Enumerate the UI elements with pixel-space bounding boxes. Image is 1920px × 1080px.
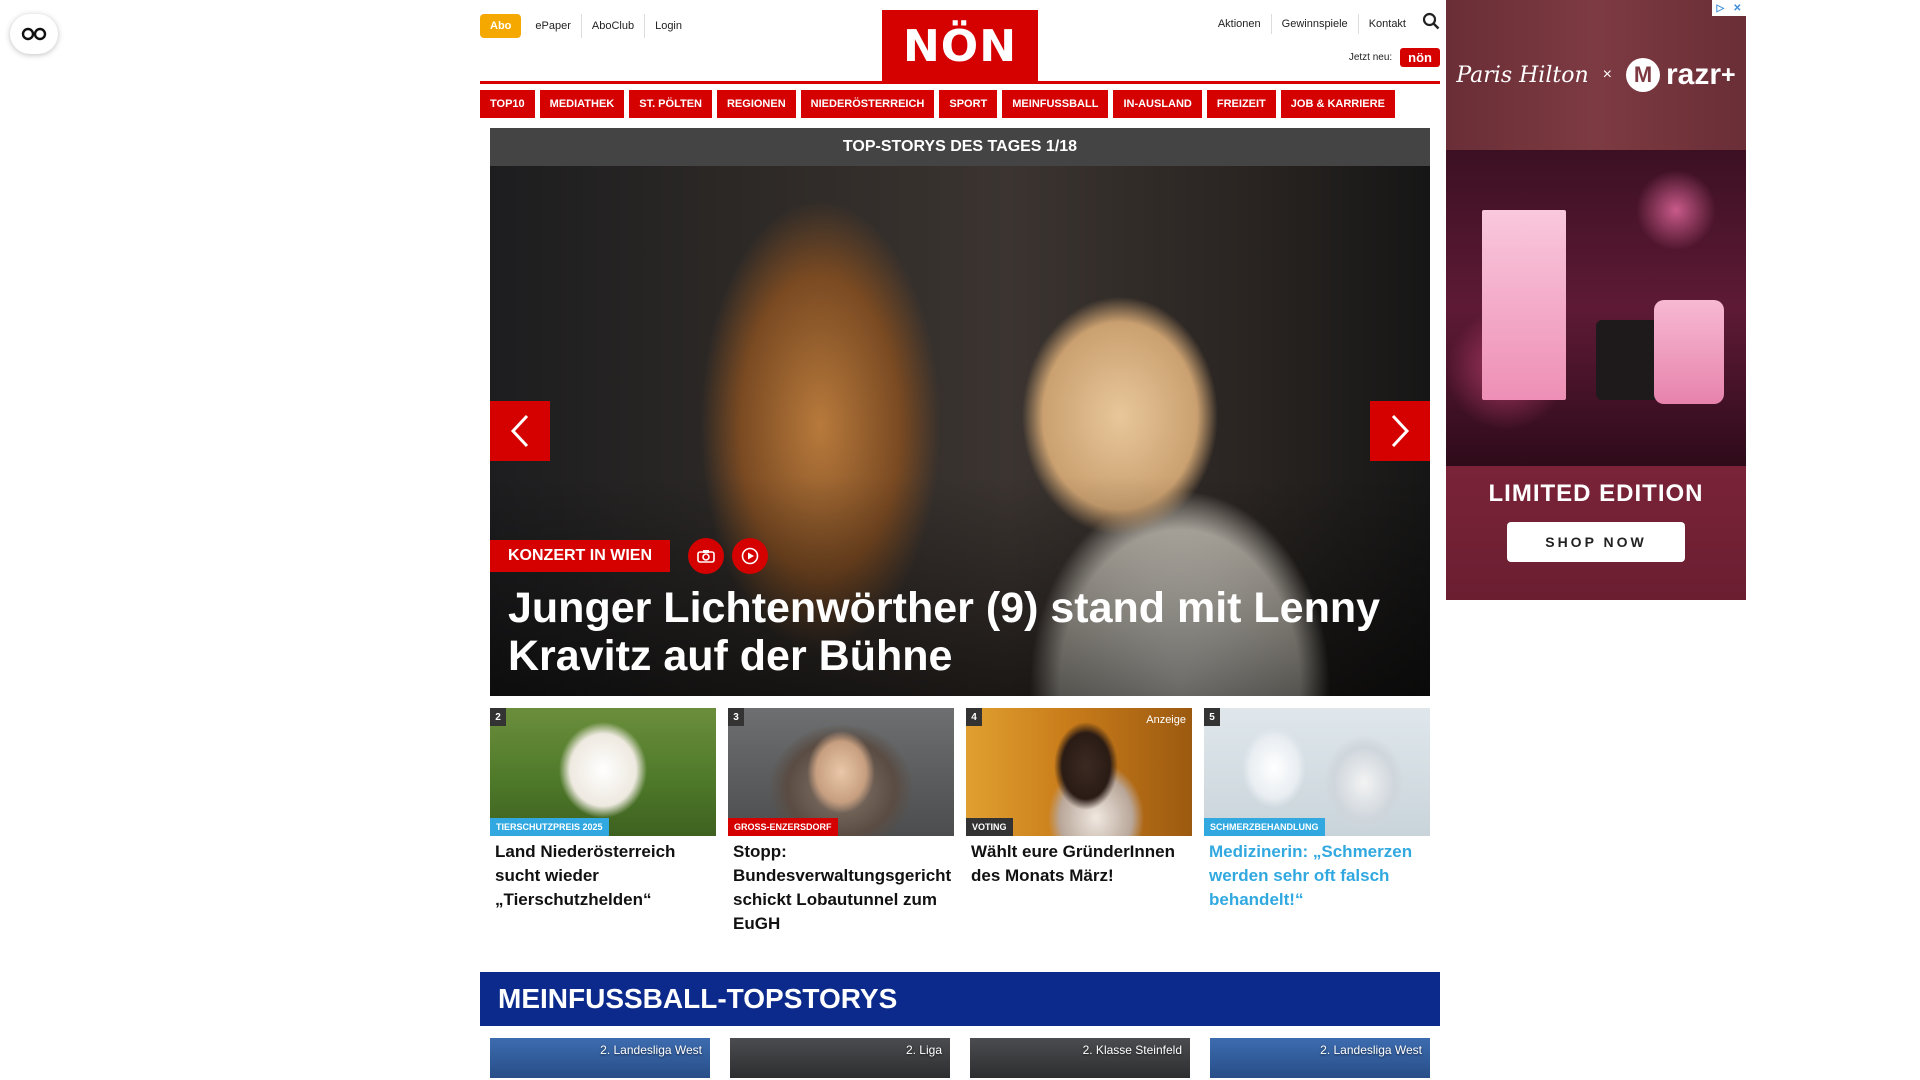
nav-item-job-karriere[interactable]: JOB & KARRIERE xyxy=(1280,90,1395,118)
login-link[interactable]: Login xyxy=(644,14,692,38)
story-rank: 2 xyxy=(490,708,506,726)
kontakt-link[interactable]: Kontakt xyxy=(1357,13,1416,34)
header-right-links: Aktionen Gewinnspiele Kontakt xyxy=(1208,12,1440,35)
chevron-right-icon xyxy=(1391,414,1410,448)
football-tile[interactable]: 2. Landesliga West xyxy=(490,1038,710,1078)
adchoices-icon[interactable]: ▷ ✕ xyxy=(1712,0,1746,16)
nav-item-sport[interactable]: SPORT xyxy=(939,90,998,118)
search-icon[interactable] xyxy=(1422,12,1440,35)
football-tile[interactable]: 2. Klasse Steinfeld xyxy=(970,1038,1190,1078)
hero-kicker-row: KONZERT IN WIEN xyxy=(490,538,768,574)
story-rank: 5 xyxy=(1204,708,1220,726)
league-label: 2. Landesliga West xyxy=(1320,1043,1422,1057)
shop-now-button[interactable]: SHOP NOW xyxy=(1507,522,1685,562)
nav-item-top10[interactable]: TOP10 xyxy=(480,90,535,118)
chevron-left-icon xyxy=(510,414,529,448)
football-tile[interactable]: 2. Landesliga West xyxy=(1210,1038,1430,1078)
camera-icon[interactable] xyxy=(688,538,724,574)
story-tag[interactable]: TIERSCHUTZPREIS 2025 xyxy=(490,818,609,836)
nav-item-niederoesterreich[interactable]: NIEDERÖSTERREICH xyxy=(800,90,935,118)
story-title[interactable]: Land Niederösterreich sucht wieder „Tier… xyxy=(490,836,716,912)
header: Abo ePaper AboClub Login NÖN Aktionen Ge… xyxy=(480,0,1440,84)
header-left-links: Abo ePaper AboClub Login xyxy=(480,14,692,38)
story-title[interactable]: Stopp: Bundesverwaltungsgericht schickt … xyxy=(728,836,954,936)
story-title[interactable]: Medizinerin: „Schmerzen werden sehr oft … xyxy=(1204,836,1430,912)
slider-next-button[interactable] xyxy=(1370,401,1430,461)
abo-button[interactable]: Abo xyxy=(480,14,522,38)
hero-headline[interactable]: Junger Lichtenwörther (9) stand mit Lenn… xyxy=(508,584,1408,680)
ad-brand-razr-text: razr xyxy=(1665,58,1722,91)
story-image[interactable]: 3 GROSS-ENZERSDORF xyxy=(728,708,954,836)
ad-banner[interactable]: Paris Hilton × M razr + ▷ ✕ LIMITED EDIT… xyxy=(1446,0,1746,600)
ad-product-phone-pink xyxy=(1654,300,1724,404)
nav-item-st-poelten[interactable]: ST. PÖLTEN xyxy=(629,90,712,118)
league-label: 2. Landesliga West xyxy=(600,1043,702,1057)
section-heading[interactable]: MEINFUSSBALL-TOPSTORYS xyxy=(480,972,1440,1026)
gewinnspiele-link[interactable]: Gewinnspiele xyxy=(1270,13,1358,34)
football-tile[interactable]: 2. Liga xyxy=(730,1038,950,1078)
ad-headline: LIMITED EDITION xyxy=(1488,480,1704,507)
main-nav: TOP10 MEDIATHEK ST. PÖLTEN REGIONEN NIED… xyxy=(480,90,1440,118)
story-tile[interactable]: 5 SCHMERZBEHANDLUNG Medizinerin: „Schmer… xyxy=(1204,708,1430,936)
motorola-logo-icon: M xyxy=(1625,58,1660,92)
league-label: 2. Liga xyxy=(905,1043,942,1057)
ad-label: Anzeige xyxy=(1146,714,1186,726)
story-rank: 3 xyxy=(728,708,744,726)
nav-item-freizeit[interactable]: FREIZEIT xyxy=(1206,90,1276,118)
ad-brand-razr-plus: + xyxy=(1721,60,1736,89)
ad-brand-bar: Paris Hilton × M razr + ▷ ✕ xyxy=(1446,0,1746,150)
ad-brand-paris-hilton: Paris Hilton xyxy=(1456,62,1589,88)
ad-close-icon[interactable]: ✕ xyxy=(1733,3,1741,14)
slider-prev-button[interactable] xyxy=(490,401,550,461)
glasses-icon xyxy=(21,27,47,41)
header-divider xyxy=(480,81,1440,84)
story-image[interactable]: 5 SCHMERZBEHANDLUNG xyxy=(1204,708,1430,836)
aboclub-link[interactable]: AboClub xyxy=(580,14,644,38)
ad-brand-razr: M razr + xyxy=(1625,58,1736,92)
top-stories-slider: TOP-STORYS DES TAGES 1/18 KONZERT IN WIE… xyxy=(490,128,1430,696)
story-title[interactable]: Wählt eure GründerInnen des Monats März! xyxy=(966,836,1192,888)
story-image[interactable]: 4 Anzeige VOTING xyxy=(966,708,1192,836)
story-tag[interactable]: SCHMERZBEHANDLUNG xyxy=(1204,818,1325,836)
ad-product-box xyxy=(1482,210,1566,400)
epaper-link[interactable]: ePaper xyxy=(525,14,580,38)
story-tiles: 2 TIERSCHUTZPREIS 2025 Land Niederösterr… xyxy=(490,708,1430,936)
site-logo[interactable]: NÖN xyxy=(882,10,1038,82)
aktionen-link[interactable]: Aktionen xyxy=(1208,14,1271,34)
hero-kicker[interactable]: KONZERT IN WIEN xyxy=(490,540,670,572)
story-tag[interactable]: VOTING xyxy=(966,818,1013,836)
nav-item-in-ausland[interactable]: IN-AUSLAND xyxy=(1113,90,1202,118)
play-video-icon[interactable] xyxy=(732,538,768,574)
ad-product-image xyxy=(1446,150,1746,466)
hero-image[interactable]: KONZERT IN WIEN Junger Lichtenwörther (9… xyxy=(490,166,1430,696)
ad-cta-area: LIMITED EDITION SHOP NOW xyxy=(1446,466,1746,600)
story-tile[interactable]: 4 Anzeige VOTING Wählt eure GründerInnen… xyxy=(966,708,1192,936)
main-column: Abo ePaper AboClub Login NÖN Aktionen Ge… xyxy=(480,0,1440,1078)
jetzt-neu-promo[interactable]: Jetzt neu: nön xyxy=(1349,48,1440,67)
ad-brand-separator: × xyxy=(1602,66,1612,83)
accessibility-button[interactable] xyxy=(10,14,58,54)
football-tiles: 2. Landesliga West 2. Liga 2. Klasse Ste… xyxy=(490,1038,1430,1078)
nav-item-mediathek[interactable]: MEDIATHEK xyxy=(539,90,625,118)
slider-title: TOP-STORYS DES TAGES 1/18 xyxy=(490,128,1430,166)
nav-item-regionen[interactable]: REGIONEN xyxy=(716,90,796,118)
adchoices-play-icon: ▷ xyxy=(1716,2,1725,14)
jetzt-neu-logo: nön xyxy=(1400,48,1440,67)
nav-item-meinfussball[interactable]: MEINFUSSBALL xyxy=(1002,90,1109,118)
story-tag[interactable]: GROSS-ENZERSDORF xyxy=(728,818,838,836)
league-label: 2. Klasse Steinfeld xyxy=(1082,1043,1182,1057)
story-image[interactable]: 2 TIERSCHUTZPREIS 2025 xyxy=(490,708,716,836)
story-rank: 4 xyxy=(966,708,982,726)
jetzt-neu-label: Jetzt neu: xyxy=(1348,52,1393,63)
story-tile[interactable]: 2 TIERSCHUTZPREIS 2025 Land Niederösterr… xyxy=(490,708,716,936)
story-tile[interactable]: 3 GROSS-ENZERSDORF Stopp: Bundesverwaltu… xyxy=(728,708,954,936)
